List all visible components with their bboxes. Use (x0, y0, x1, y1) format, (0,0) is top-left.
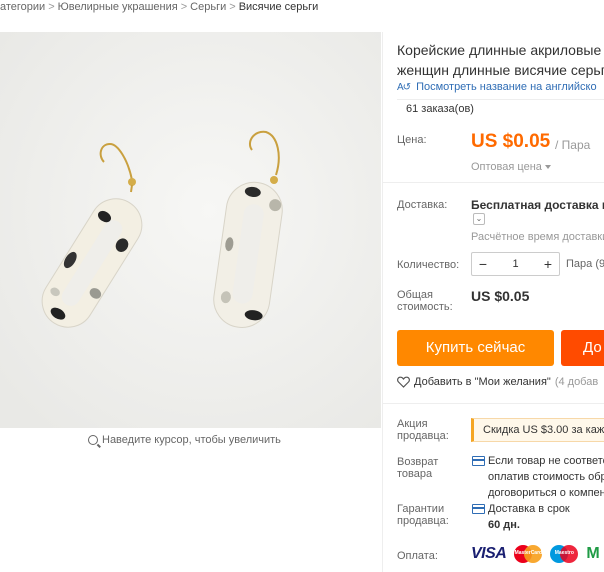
translate-title-link[interactable]: A↺ Посмотреть название на английско (397, 81, 597, 93)
total-label-line: Общая (397, 289, 433, 301)
delivery-estimate: Расчётное время доставки (471, 231, 604, 243)
seller-promo-label-line: продавца: (397, 430, 449, 442)
visa-logo: VISA (471, 545, 507, 562)
product-title-line: Корейские длинные акриловые се (397, 42, 604, 58)
returns-policy-line: Если товар не соответс (488, 455, 604, 467)
more-payment-logo: M (586, 545, 600, 562)
returns-policy-line: договориться о компен (488, 487, 604, 499)
add-to-wishlist-link[interactable]: Добавить в "Мои желания" (4 добав (397, 376, 598, 388)
total-label: Общая стоимость: (397, 289, 453, 313)
delivery-guarantee: Доставка в срок 60 дн. (488, 501, 570, 533)
buy-now-button[interactable]: Купить сейчас (397, 330, 554, 366)
wholesale-price-label: Оптовая цена (471, 161, 542, 173)
returns-policy: Если товар не соответс оплатив стоимость… (488, 453, 604, 501)
total-price: US $0.05 (471, 288, 530, 304)
shipping-label: Доставка: (397, 199, 448, 211)
product-image[interactable] (0, 32, 381, 428)
seller-promo-label-line: Акция (397, 418, 428, 430)
mastercard-logo: MasterCard (514, 545, 543, 563)
quantity-increase-button[interactable]: + (537, 256, 559, 272)
guarantee-label-line: продавца: (397, 515, 449, 527)
earrings-photo (0, 32, 381, 428)
wholesale-price-dropdown[interactable]: Оптовая цена (471, 161, 551, 173)
maestro-logo-text: Maestro (554, 550, 574, 556)
payment-label: Оплата: (397, 550, 438, 562)
zoom-hint: Наведите курсор, чтобы увеличить (88, 434, 281, 446)
wishlist-label: Добавить в "Мои желания" (414, 376, 551, 388)
shipping-options-toggle[interactable]: ⌄ (473, 213, 485, 225)
translate-title-text: Посмотреть название на английско (416, 81, 597, 93)
quantity-label: Количество: (397, 259, 460, 271)
breadcrumb-item-categories[interactable]: атегории (0, 1, 45, 17)
breadcrumb-item-drop-earrings[interactable]: Висячие серьги (239, 1, 319, 17)
orders-count: 61 заказа(ов) (397, 99, 604, 121)
quantity-decrease-button[interactable]: − (472, 256, 494, 272)
caret-down-icon (544, 165, 551, 170)
section-divider (383, 182, 604, 183)
returns-icon (472, 456, 485, 466)
heart-icon (397, 376, 410, 388)
shipping-method[interactable]: Бесплатная доставка в Ru (471, 198, 604, 212)
delivery-guarantee-days: 60 дн. (488, 519, 520, 531)
returns-label-line: товара (397, 468, 433, 480)
magnifier-icon (88, 435, 98, 445)
returns-label-line: Возврат (397, 456, 439, 468)
breadcrumb: атегории > Ювелирные украшения > Серьги … (0, 1, 318, 17)
product-title-line: женщин длинные висячие серьги (397, 62, 604, 78)
price-value: US $0.05 (471, 131, 551, 152)
mastercard-logo-text: MasterCard (514, 550, 543, 556)
breadcrumb-item-earrings[interactable]: Серьги (190, 1, 226, 17)
quantity-unit: Пара (9 (566, 258, 604, 270)
guarantee-label: Гарантии продавца: (397, 503, 449, 527)
payment-methods: VISA MasterCard Maestro M (471, 545, 600, 563)
quantity-stepper: − 1 + (471, 252, 560, 276)
price-unit: / Пара (555, 138, 591, 152)
breadcrumb-separator: > (180, 1, 188, 13)
product-title: Корейские длинные акриловые се женщин дл… (397, 40, 604, 80)
total-label-line: стоимость: (397, 301, 453, 313)
column-divider (382, 32, 383, 572)
breadcrumb-item-jewelry[interactable]: Ювелирные украшения (58, 1, 178, 17)
delivery-guarantee-line: Доставка в срок (488, 503, 570, 515)
returns-label: Возврат товара (397, 456, 438, 480)
add-to-cart-button[interactable]: До (561, 330, 604, 366)
chevron-down-icon: ⌄ (475, 214, 483, 223)
breadcrumb-separator: > (229, 1, 236, 13)
section-divider (383, 403, 604, 404)
maestro-logo: Maestro (550, 545, 579, 563)
translate-icon: A↺ (397, 81, 411, 93)
wishlist-count: (4 добав (554, 376, 599, 388)
delivery-guarantee-icon (472, 504, 485, 514)
seller-promo-label: Акция продавца: (397, 418, 449, 442)
seller-discount-coupon[interactable]: Скидка US $3.00 за кажд (471, 418, 604, 442)
guarantee-label-line: Гарантии (397, 503, 445, 515)
quantity-input[interactable]: 1 (494, 258, 537, 270)
breadcrumb-separator: > (48, 1, 55, 13)
returns-policy-line: оплатив стоимость обр (488, 471, 604, 483)
zoom-hint-text: Наведите курсор, чтобы увеличить (102, 434, 281, 446)
price-label: Цена: (397, 134, 427, 146)
